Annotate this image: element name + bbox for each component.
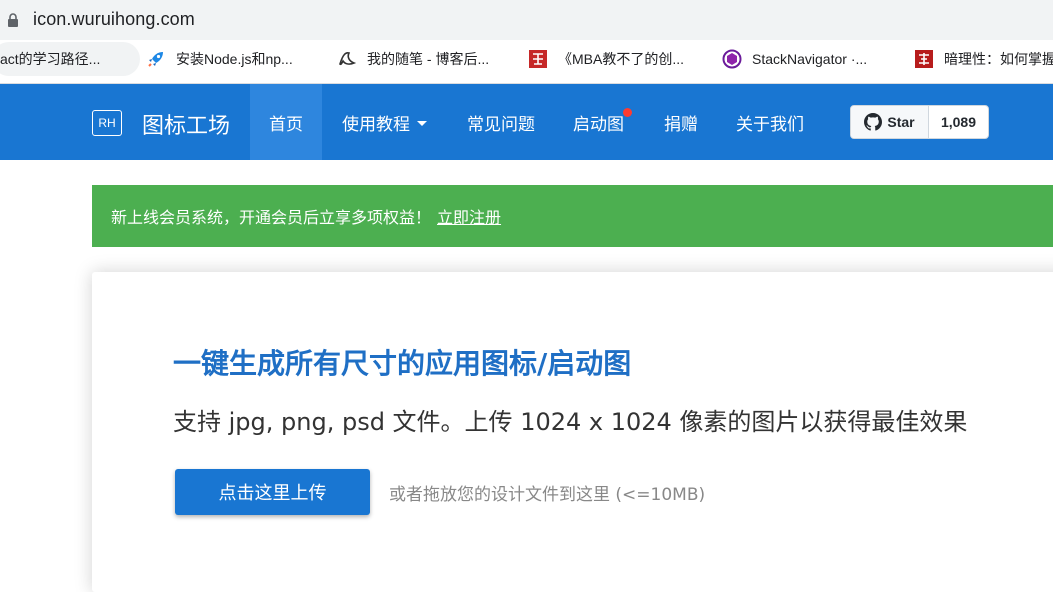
bookmark-item[interactable]: 我的随笔 - 博客后... (337, 42, 489, 76)
nav-item-label: 使用教程 (342, 114, 410, 135)
nav-item-about[interactable]: 关于我们 (736, 84, 804, 160)
nav-item-label: 常见问题 (467, 114, 535, 135)
nav-item-tutorial[interactable]: 使用教程 (342, 84, 427, 160)
address-bar[interactable]: icon.wuruihong.com (0, 0, 1053, 40)
logo[interactable]: RH (92, 110, 122, 136)
nav-item-label: 关于我们 (736, 114, 804, 135)
bookmark-label: 《MBA教不了的创... (558, 51, 685, 67)
rocket-icon (146, 49, 166, 69)
bookmark-item[interactable]: StackNavigator ·... (722, 42, 867, 76)
red-seal-icon (914, 49, 934, 69)
red-seal-icon (528, 49, 548, 69)
page-title: 一键生成所有尺寸的应用图标/启动图 (173, 347, 632, 380)
bookmark-label: StackNavigator ·... (752, 51, 868, 67)
bookmark-label: 安装Node.js和np... (176, 51, 293, 67)
pen-icon (337, 49, 357, 69)
banner-text: 新上线会员系统，开通会员后立享多项权益！ (111, 208, 432, 227)
page-subtitle: 支持 jpg, png, psd 文件。上传 1024 x 1024 像素的图片… (173, 408, 968, 436)
member-banner: 新上线会员系统，开通会员后立享多项权益！ 立即注册 (92, 185, 1053, 247)
bookmark-item[interactable]: act的学习路径... (0, 42, 140, 76)
bookmarks-bar: act的学习路径... 安装Node.js和np... 我的随笔 - 博客后..… (0, 40, 1053, 84)
nav-item-faq[interactable]: 常见问题 (467, 84, 535, 160)
hexagon-icon (722, 49, 742, 69)
brand-name[interactable]: 图标工场 (142, 108, 230, 140)
nav-item-label: 捐赠 (664, 114, 698, 135)
bookmark-item[interactable]: 《MBA教不了的创... (528, 42, 684, 76)
nav-item-label: 首页 (269, 114, 303, 135)
github-star-button[interactable]: Star (851, 106, 929, 138)
bookmark-item[interactable]: 安装Node.js和np... (146, 42, 293, 76)
upload-card: 一键生成所有尺寸的应用图标/启动图 支持 jpg, png, psd 文件。上传… (92, 272, 1053, 592)
url-text[interactable]: icon.wuruihong.com (33, 9, 195, 30)
caret-down-icon (417, 120, 427, 126)
site-navbar: RH 图标工场 首页 使用教程 常见问题 启动图 捐赠 关于我们 Star 1,… (0, 84, 1053, 160)
drag-drop-hint: 或者拖放您的设计文件到这里 (<=10MB) (389, 485, 706, 505)
bookmark-item[interactable]: 暗理性：如何掌握 (914, 42, 1053, 76)
bookmark-label: 我的随笔 - 博客后... (367, 51, 490, 67)
nav-item-donate[interactable]: 捐赠 (664, 84, 698, 160)
lock-icon (8, 13, 18, 27)
register-link[interactable]: 立即注册 (437, 204, 501, 228)
bookmark-label: act的学习路径... (0, 51, 101, 67)
nav-item-home[interactable]: 首页 (250, 84, 322, 160)
nav-item-label: 启动图 (573, 114, 624, 135)
github-star-label: Star (887, 114, 915, 130)
bookmark-label: 暗理性：如何掌握 (944, 51, 1053, 67)
notification-dot (623, 108, 632, 117)
nav-item-launch-image[interactable]: 启动图 (573, 84, 624, 160)
upload-button[interactable]: 点击这里上传 (175, 469, 370, 515)
github-star-count[interactable]: 1,089 (929, 106, 988, 138)
github-icon (864, 113, 883, 131)
github-star-widget: Star 1,089 (850, 105, 989, 139)
